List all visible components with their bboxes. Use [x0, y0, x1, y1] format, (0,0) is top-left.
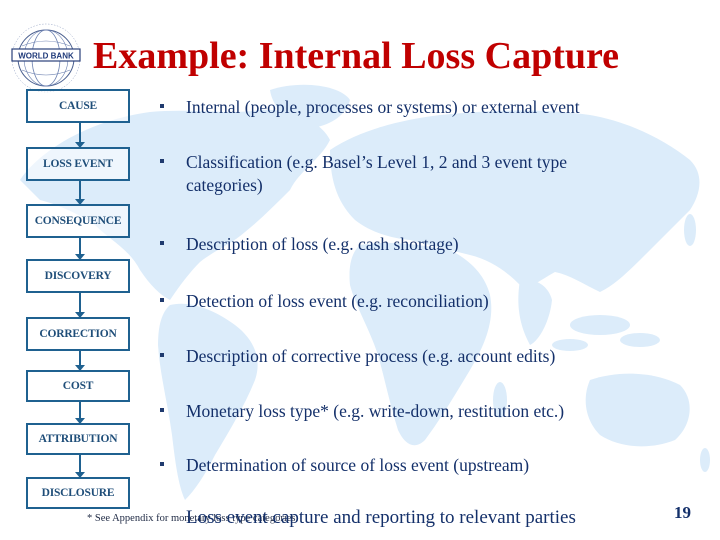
flow-box-correction: CORRECTION	[26, 317, 130, 351]
bullet-icon	[160, 104, 164, 108]
flow-box-consequence: CONSEQUENCE	[26, 204, 130, 238]
flow-box-disclosure: DISCLOSURE	[26, 477, 130, 509]
bullet-icon	[160, 353, 164, 357]
bullet-icon	[160, 408, 164, 412]
flow-arrow	[75, 123, 85, 148]
flow-box-cost: COST	[26, 370, 130, 402]
bullet-text: Internal (people, processes or systems) …	[186, 97, 580, 117]
world-bank-logo: WORLD BANK	[11, 23, 81, 93]
bullet-text: Determination of source of loss event (u…	[186, 455, 530, 475]
bullet-icon	[160, 159, 164, 163]
flow-box-discovery: DISCOVERY	[26, 259, 130, 293]
flow-box-loss-event: LOSS EVENT	[26, 147, 130, 181]
flow-arrow	[75, 238, 85, 260]
flow-arrow	[75, 181, 85, 205]
bullet-icon	[160, 298, 164, 302]
last-line-text: Loss event capture and reporting to rele…	[186, 507, 576, 528]
bullet-text: Detection of loss event (e.g. reconcilia…	[186, 291, 489, 311]
bullet-icon	[160, 462, 164, 466]
flow-box-attribution: ATTRIBUTION	[26, 423, 130, 455]
svg-text:WORLD BANK: WORLD BANK	[18, 52, 74, 61]
page-number: 19	[674, 503, 691, 522]
flow-arrow	[75, 293, 85, 318]
flow-arrow	[75, 351, 85, 371]
bullet-icon	[160, 241, 164, 245]
bullet-text: Monetary loss type* (e.g. write-down, re…	[186, 401, 565, 421]
flow-arrow	[75, 455, 85, 478]
slide-title: Example: Internal Loss Capture	[93, 35, 620, 77]
flow-box-cause: CAUSE	[26, 89, 130, 123]
flow-arrow	[75, 402, 85, 424]
bullet-text: Classification (e.g. Basel’s Level 1, 2 …	[186, 152, 568, 195]
bullet-text: Description of loss (e.g. cash shortage)	[186, 234, 459, 254]
bullet-text: Description of corrective process (e.g. …	[186, 346, 556, 366]
